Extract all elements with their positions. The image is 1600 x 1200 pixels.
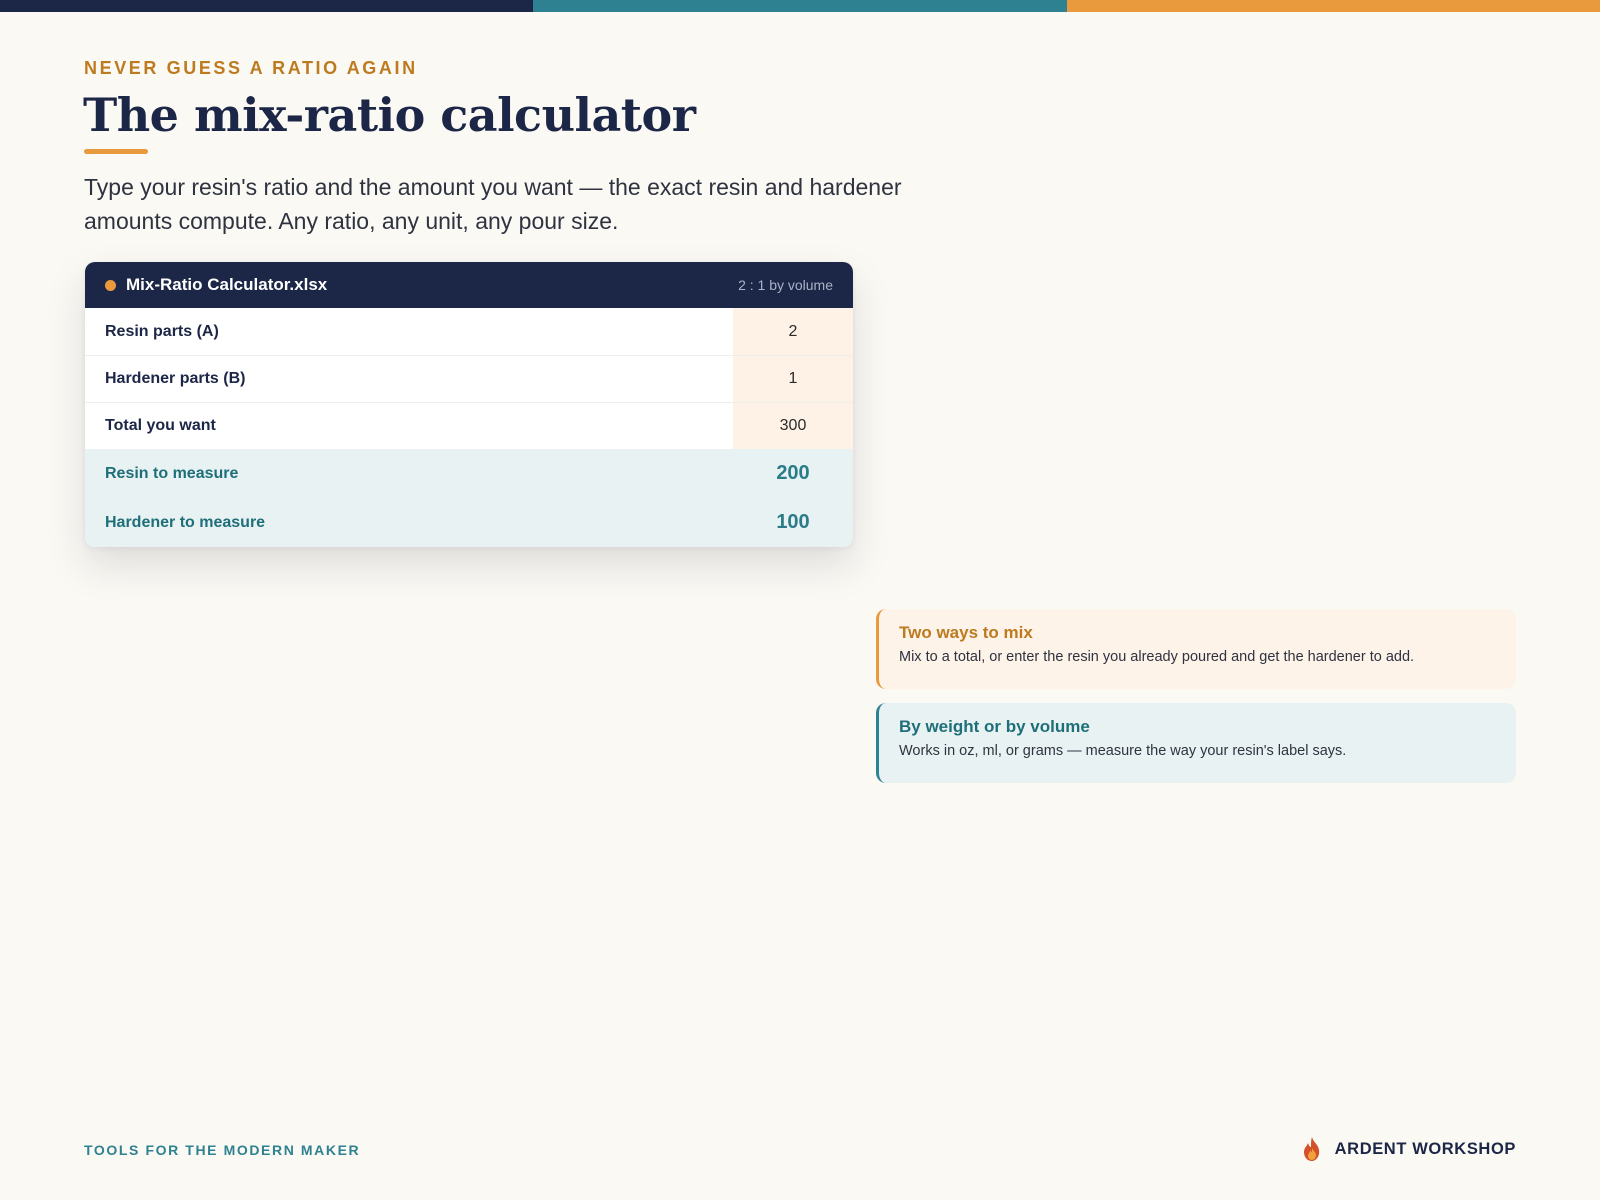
brand-logo: ARDENT WORKSHOP xyxy=(1301,1136,1516,1162)
row-label: Hardener parts (B) xyxy=(105,370,246,387)
output-row-resin: Resin to measure 200 xyxy=(85,449,853,498)
output-row-hardener: Hardener to measure 100 xyxy=(85,498,853,547)
row-label: Resin parts (A) xyxy=(105,322,219,340)
brand-name: ARDENT WORKSHOP xyxy=(1334,1139,1516,1158)
spreadsheet-body: Resin parts (A) 2 Hardener parts (B) 1 T… xyxy=(85,308,853,547)
total-amount-cell[interactable]: 300 xyxy=(733,403,853,449)
page-title: The mix-ratio calculator xyxy=(83,88,696,142)
callout-weight-volume: By weight or by volume Works in oz, ml, … xyxy=(876,703,1516,783)
spreadsheet-header: Mix-Ratio Calculator.xlsx 2 : 1 by volum… xyxy=(85,262,853,308)
ratio-label: 2 : 1 by volume xyxy=(738,277,833,293)
callout-body: Mix to a total, or enter the resin you a… xyxy=(899,649,1415,665)
input-row-total: Total you want 300 xyxy=(85,402,853,449)
top-color-bar xyxy=(0,0,1600,12)
callout-title: By weight or by volume xyxy=(899,717,1090,736)
row-label: Total you want xyxy=(105,417,216,434)
top-bar-teal-segment xyxy=(533,0,1067,12)
callout-body: Works in oz, ml, or grams — measure the … xyxy=(899,743,1347,759)
callout-two-ways: Two ways to mix Mix to a total, or enter… xyxy=(876,609,1516,689)
footer-tagline: TOOLS FOR THE MODERN MAKER xyxy=(84,1142,361,1158)
row-label: Hardener to measure xyxy=(105,513,266,531)
callout-title: Two ways to mix xyxy=(899,623,1033,642)
eyebrow-label: NEVER GUESS A RATIO AGAIN xyxy=(84,58,418,78)
spreadsheet-filename: Mix-Ratio Calculator.xlsx xyxy=(126,275,328,294)
hardener-parts-cell[interactable]: 1 xyxy=(733,356,853,402)
status-dot-icon xyxy=(105,279,116,291)
row-label: Resin to measure xyxy=(105,464,239,482)
top-bar-navy-segment xyxy=(0,0,534,12)
input-row-resin-parts: Resin parts (A) 2 xyxy=(85,308,853,355)
hardener-result-value: 100 xyxy=(776,511,810,533)
top-bar-orange-segment xyxy=(1066,0,1600,12)
flame-icon xyxy=(1303,1137,1319,1161)
input-row-hardener-parts: Hardener parts (B) 1 xyxy=(85,355,853,402)
lede-paragraph: Type your resin's ratio and the amount y… xyxy=(84,174,902,234)
calculator-spreadsheet: Mix-Ratio Calculator.xlsx 2 : 1 by volum… xyxy=(85,262,853,547)
title-underline xyxy=(84,149,148,154)
resin-parts-cell[interactable]: 2 xyxy=(733,308,853,355)
resin-result-value: 200 xyxy=(776,462,810,484)
